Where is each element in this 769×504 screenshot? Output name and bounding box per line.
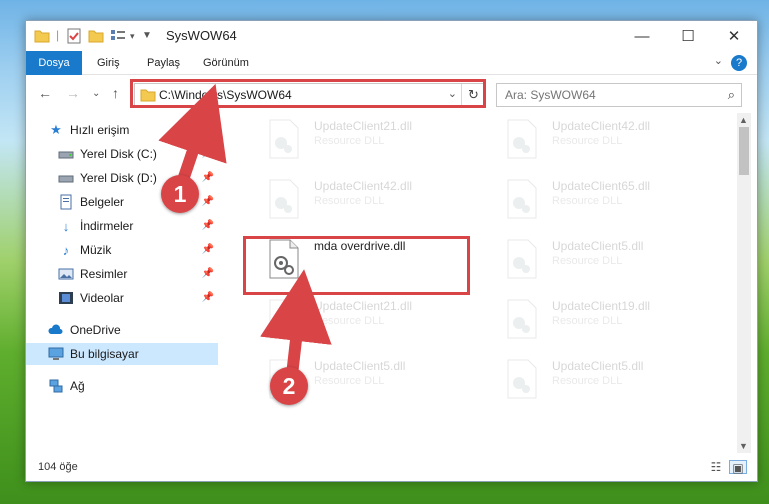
step-2-badge: 2 [270, 367, 308, 405]
arrow-1 [158, 83, 227, 185]
step-1-badge: 1 [161, 175, 199, 213]
arrow-2 [260, 269, 332, 376]
annotation-arrows [158, 83, 332, 376]
